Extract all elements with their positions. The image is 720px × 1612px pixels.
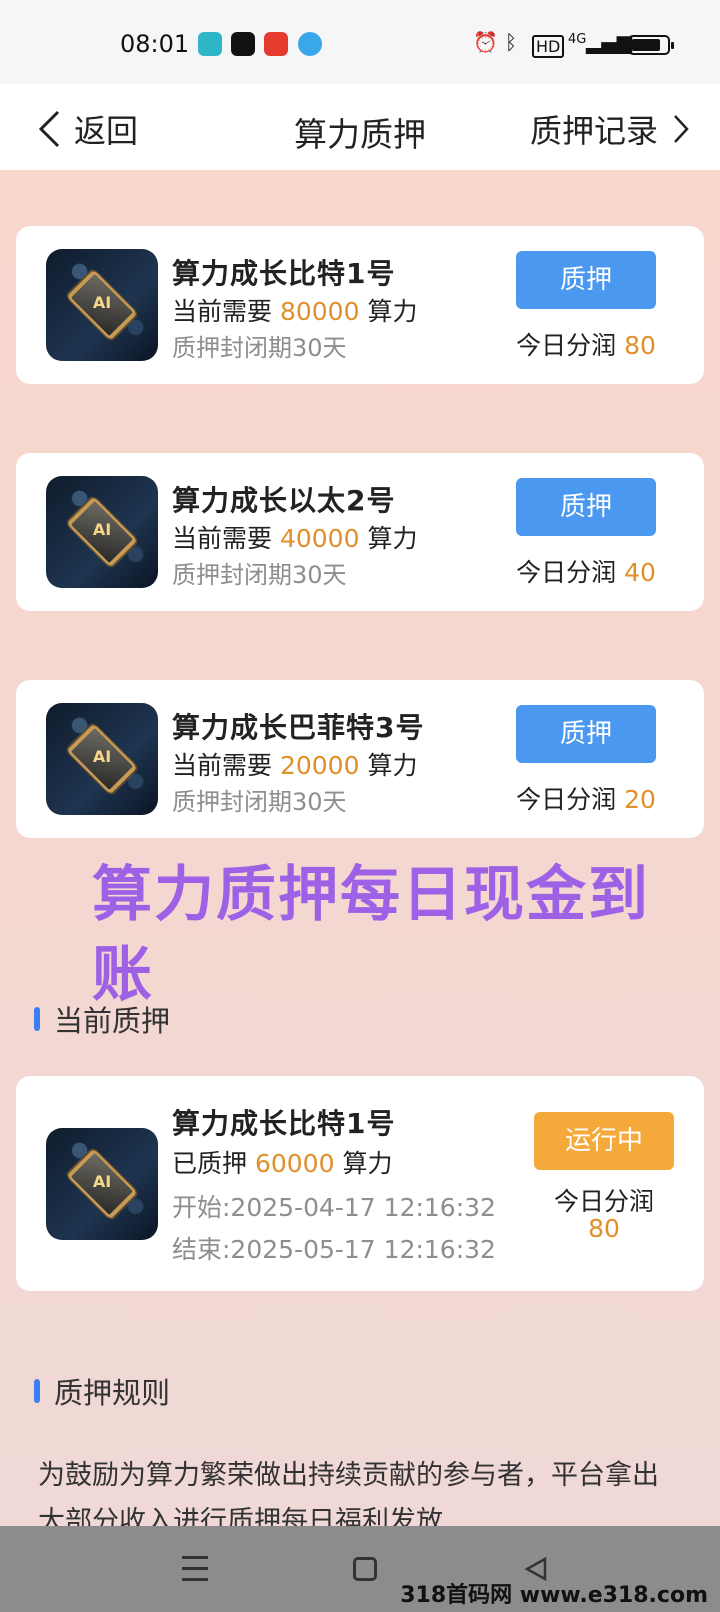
app-notification-icon bbox=[198, 32, 222, 56]
requirement-prefix: 当前需要 bbox=[172, 751, 273, 780]
daily-profit-value: 80 bbox=[624, 331, 656, 360]
daily-profit-value: 40 bbox=[624, 558, 656, 587]
section-title: 质押规则 bbox=[54, 1376, 171, 1410]
plan-card: AI 算力成长比特1号 当前需要 80000 算力 质押封闭期30天 质押 今日… bbox=[16, 226, 704, 384]
ai-chip-icon: AI bbox=[46, 476, 158, 588]
plan-card: AI 算力成长巴菲特3号 当前需要 20000 算力 质押封闭期30天 质押 今… bbox=[16, 680, 704, 838]
section-marker bbox=[34, 1379, 40, 1403]
tiktok-icon bbox=[231, 32, 255, 56]
requirement-value: 20000 bbox=[279, 751, 360, 780]
plan-name: 算力成长巴菲特3号 bbox=[172, 711, 425, 744]
pledge-button[interactable]: 质押 bbox=[516, 478, 656, 536]
requirement-unit: 算力 bbox=[367, 297, 418, 326]
status-bar: 08:01 ⏰ ᛒ HD 4G ▂▄▆ bbox=[0, 0, 720, 84]
requirement-value: 80000 bbox=[279, 297, 360, 326]
chip-label: AI bbox=[92, 520, 112, 539]
battery-icon bbox=[628, 35, 674, 55]
ai-chip-icon: AI bbox=[46, 703, 158, 815]
ai-chip-icon: AI bbox=[46, 249, 158, 361]
lock-period: 质押封闭期30天 bbox=[172, 561, 347, 589]
bluetooth-icon: ᛒ bbox=[505, 30, 517, 54]
network-type: 4G bbox=[568, 32, 587, 47]
daily-profit: 今日分润 40 bbox=[516, 553, 656, 589]
alarm-icon: ⏰ bbox=[473, 30, 498, 54]
section-marker bbox=[34, 1007, 40, 1031]
pledged-prefix: 已质押 bbox=[172, 1149, 248, 1178]
promo-overlay-text: 算力质押每日现金到账 bbox=[92, 860, 650, 1010]
daily-profit-label: 今日分润 bbox=[516, 331, 617, 360]
signal-icon: ▂▄▆ bbox=[586, 30, 633, 54]
pledged-amount: 已质押 60000 算力 bbox=[172, 1144, 392, 1180]
daily-profit-label: 今日分润 bbox=[553, 1187, 654, 1216]
top-nav: 返回 算力质押 质押记录 bbox=[0, 84, 720, 170]
plan-requirement: 当前需要 20000 算力 bbox=[172, 746, 417, 782]
ai-chip-icon: AI bbox=[46, 1128, 158, 1240]
chip-label: AI bbox=[92, 293, 112, 312]
running-status-badge: 运行中 bbox=[534, 1112, 674, 1170]
chip-label: AI bbox=[92, 1172, 112, 1191]
lock-period: 质押封闭期30天 bbox=[172, 788, 347, 816]
plan-card: AI 算力成长以太2号 当前需要 40000 算力 质押封闭期30天 质押 今日… bbox=[16, 453, 704, 611]
requirement-prefix: 当前需要 bbox=[172, 297, 273, 326]
requirement-unit: 算力 bbox=[367, 751, 418, 780]
requirement-value: 40000 bbox=[279, 524, 360, 553]
daily-profit: 今日分润 20 bbox=[516, 780, 656, 816]
pledge-button[interactable]: 质押 bbox=[516, 251, 656, 309]
plan-name: 算力成长比特1号 bbox=[172, 1107, 396, 1140]
daily-profit-value: 20 bbox=[624, 785, 656, 814]
daily-profit-label: 今日分润 bbox=[516, 785, 617, 814]
daily-profit-label: 今日分润 bbox=[516, 558, 617, 587]
requirement-prefix: 当前需要 bbox=[172, 524, 273, 553]
end-time: 结束:2025-05-17 12:16:32 bbox=[172, 1235, 496, 1264]
daily-profit: 今日分润 80 bbox=[516, 326, 656, 362]
lock-period: 质押封闭期30天 bbox=[172, 334, 347, 362]
rules-header: 质押规则 bbox=[34, 1370, 170, 1412]
pledge-button[interactable]: 质押 bbox=[516, 705, 656, 763]
chip-label: AI bbox=[92, 747, 112, 766]
pledged-unit: 算力 bbox=[342, 1149, 393, 1178]
plan-requirement: 当前需要 40000 算力 bbox=[172, 519, 417, 555]
hd-badge: HD bbox=[532, 35, 565, 58]
menu-icon[interactable] bbox=[182, 1556, 208, 1589]
start-time: 开始:2025-04-17 12:16:32 bbox=[172, 1193, 496, 1222]
plan-name: 算力成长比特1号 bbox=[172, 257, 396, 290]
pledged-value: 60000 bbox=[254, 1149, 335, 1178]
chevron-right-icon bbox=[674, 115, 689, 143]
plan-requirement: 当前需要 80000 算力 bbox=[172, 292, 417, 328]
toutiao-icon bbox=[264, 32, 288, 56]
plan-name: 算力成长以太2号 bbox=[172, 484, 396, 517]
home-icon[interactable] bbox=[353, 1557, 377, 1581]
requirement-unit: 算力 bbox=[367, 524, 418, 553]
browser-icon bbox=[298, 32, 322, 56]
daily-profit-value: 80 bbox=[588, 1214, 620, 1243]
status-time: 08:01 bbox=[120, 30, 190, 58]
current-pledge-card: AI 算力成长比特1号 已质押 60000 算力 开始:2025-04-17 1… bbox=[16, 1076, 704, 1291]
pledge-record-link[interactable]: 质押记录 bbox=[530, 106, 690, 152]
site-watermark: 318首码网 www.e318.com bbox=[400, 1583, 708, 1608]
record-label: 质押记录 bbox=[529, 112, 658, 150]
